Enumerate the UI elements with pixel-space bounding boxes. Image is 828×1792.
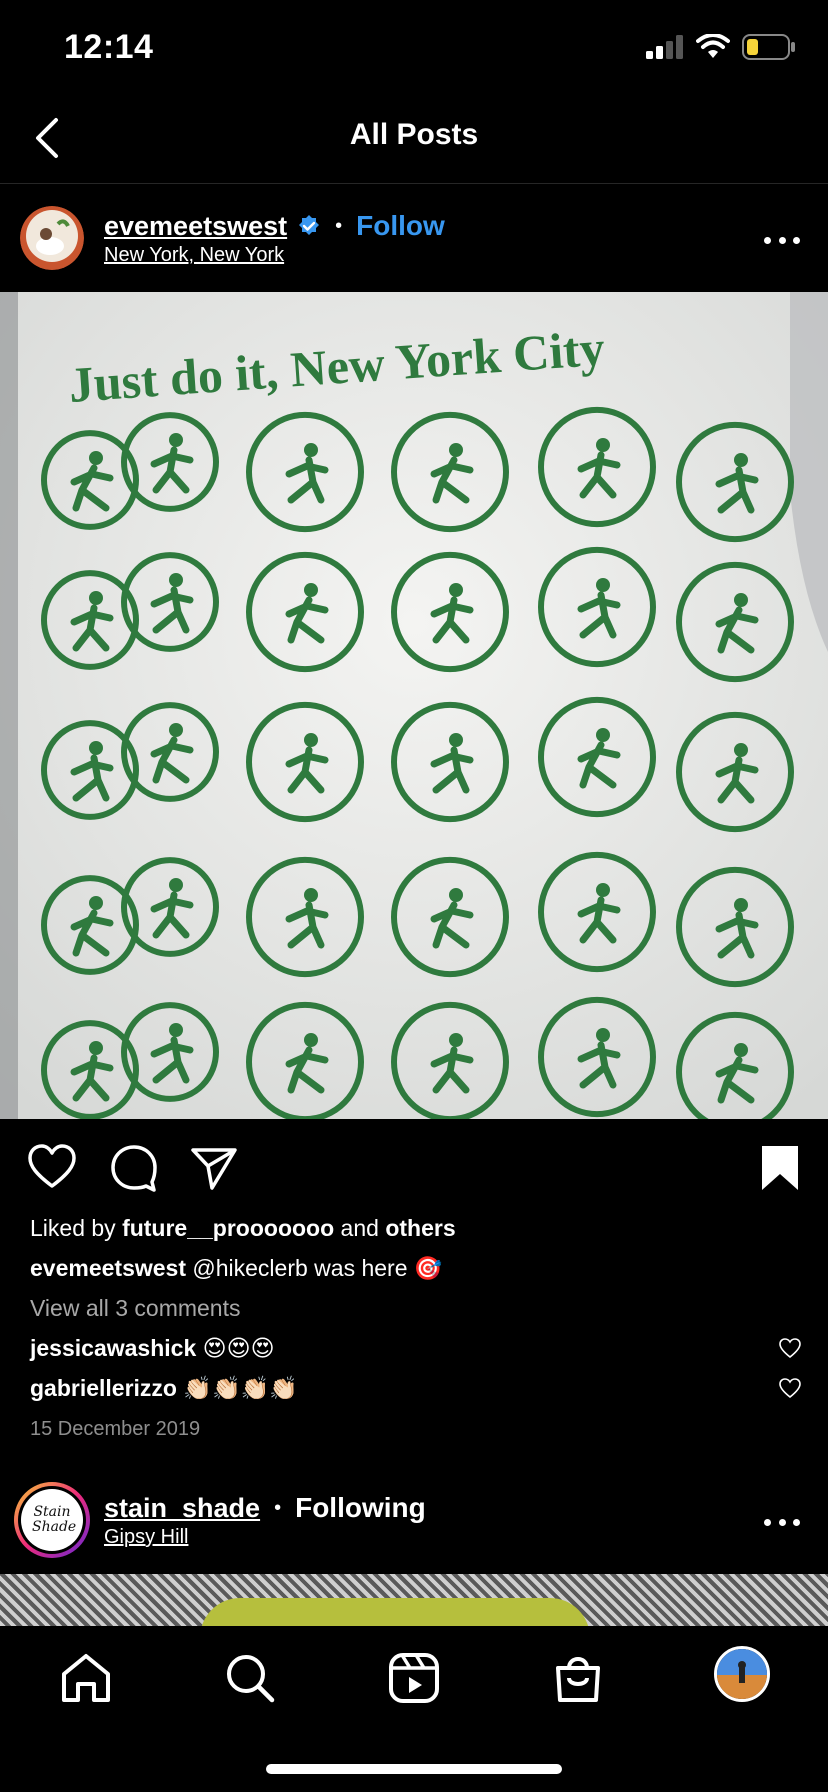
liked-and: and xyxy=(340,1215,379,1241)
signal-icon xyxy=(646,35,683,59)
search-icon[interactable] xyxy=(222,1650,278,1706)
view-comments-link[interactable]: View all 3 comments xyxy=(30,1293,790,1323)
separator-dot: • xyxy=(335,214,343,237)
pictogram-head xyxy=(169,433,183,447)
pictogram-head xyxy=(169,878,183,892)
status-bar: 12:14 xyxy=(0,0,828,96)
caption-text: @hikeclerb was here 🎯 xyxy=(192,1255,443,1281)
home-icon[interactable] xyxy=(58,1650,114,1706)
pictogram-head xyxy=(169,1023,183,1037)
comment-row: jessicawashick 😍😍😍 xyxy=(30,1333,804,1363)
verified-badge-icon xyxy=(299,215,320,235)
post-header: evemeetswest • Follow New York, New York xyxy=(0,186,828,292)
username[interactable]: stain_shade xyxy=(104,1493,260,1524)
comment-row: gabriellerizzo 👏🏻👏🏻👏🏻👏🏻 xyxy=(30,1373,804,1403)
wifi-icon xyxy=(696,34,730,58)
post-actions xyxy=(0,1130,828,1210)
avatar-text: Stain Shade xyxy=(32,1504,77,1535)
pictogram-head xyxy=(89,451,103,465)
username[interactable]: evemeetswest xyxy=(104,211,287,242)
pictogram-head xyxy=(596,578,610,592)
shop-icon[interactable] xyxy=(550,1650,606,1706)
liked-others-link[interactable]: others xyxy=(385,1215,455,1241)
post-header: Stain Shade stain_shade • Following Gips… xyxy=(0,1468,828,1574)
comment-like-icon[interactable] xyxy=(778,1336,802,1360)
more-options-icon[interactable] xyxy=(764,1516,800,1528)
comment-username[interactable]: gabriellerizzo xyxy=(30,1375,177,1401)
heart-icon[interactable] xyxy=(26,1142,78,1194)
location-link[interactable]: New York, New York xyxy=(104,244,284,267)
pictogram-head xyxy=(304,888,318,902)
pictogram-head xyxy=(734,743,748,757)
comment-text: 👏🏻👏🏻👏🏻👏🏻 xyxy=(183,1375,298,1401)
reels-icon[interactable] xyxy=(386,1650,442,1706)
top-nav: All Posts xyxy=(0,96,828,184)
pictogram-head xyxy=(596,728,610,742)
pictogram-head xyxy=(596,883,610,897)
pictogram-head xyxy=(734,1043,748,1057)
pictogram-head xyxy=(449,583,463,597)
pictogram-head xyxy=(304,1033,318,1047)
likes-line: Liked by future__prooooooo and others xyxy=(30,1213,790,1243)
liked-user-link[interactable]: future__prooooooo xyxy=(122,1215,334,1241)
bookmark-icon[interactable] xyxy=(754,1142,806,1194)
pictogram-head xyxy=(449,1033,463,1047)
post-image[interactable]: Just do it, New York City xyxy=(0,292,828,1119)
pictogram-head xyxy=(89,1041,103,1055)
pictogram-head xyxy=(89,896,103,910)
caption-username[interactable]: evemeetswest xyxy=(30,1255,186,1281)
location-link[interactable]: Gipsy Hill xyxy=(104,1526,188,1549)
comment-icon[interactable] xyxy=(108,1142,160,1194)
pictogram-head xyxy=(596,1028,610,1042)
pictogram-head xyxy=(89,591,103,605)
pictogram-head xyxy=(734,453,748,467)
paper-plane-icon[interactable] xyxy=(188,1142,240,1194)
pictogram-head xyxy=(169,573,183,587)
status-icons xyxy=(646,34,796,60)
more-options-icon[interactable] xyxy=(764,234,800,246)
pictogram-head xyxy=(169,723,183,737)
separator-dot: • xyxy=(274,1496,282,1519)
pictogram-head xyxy=(449,733,463,747)
pictogram-head xyxy=(304,443,318,457)
user-line: evemeetswest • Follow xyxy=(104,210,445,242)
pictogram-head xyxy=(304,583,318,597)
comment-like-icon[interactable] xyxy=(778,1376,802,1400)
user-line: stain_shade • Following xyxy=(104,1492,426,1524)
profile-avatar[interactable] xyxy=(714,1646,770,1702)
pictogram-head xyxy=(89,741,103,755)
liked-prefix: Liked by xyxy=(30,1215,116,1241)
status-time: 12:14 xyxy=(64,28,154,66)
pictogram-head xyxy=(596,438,610,452)
pictogram-head xyxy=(449,443,463,457)
pictogram-head xyxy=(449,888,463,902)
pictogram-head xyxy=(734,593,748,607)
follow-button[interactable]: Follow xyxy=(356,210,445,242)
caption: evemeetswest @hikeclerb was here 🎯 xyxy=(30,1253,790,1283)
post-image[interactable] xyxy=(0,1574,828,1626)
following-button[interactable]: Following xyxy=(295,1492,426,1524)
pictogram-head xyxy=(304,733,318,747)
battery-icon xyxy=(742,34,795,60)
comment-text: 😍😍😍 xyxy=(202,1335,275,1361)
bag-shape xyxy=(200,1598,590,1626)
pictogram-head xyxy=(734,898,748,912)
home-indicator xyxy=(266,1764,562,1774)
post-date: 15 December 2019 xyxy=(30,1418,201,1440)
avatar[interactable] xyxy=(20,206,84,270)
page-title: All Posts xyxy=(349,118,479,151)
comment-username[interactable]: jessicawashick xyxy=(30,1335,196,1361)
avatar[interactable]: Stain Shade xyxy=(14,1482,90,1558)
